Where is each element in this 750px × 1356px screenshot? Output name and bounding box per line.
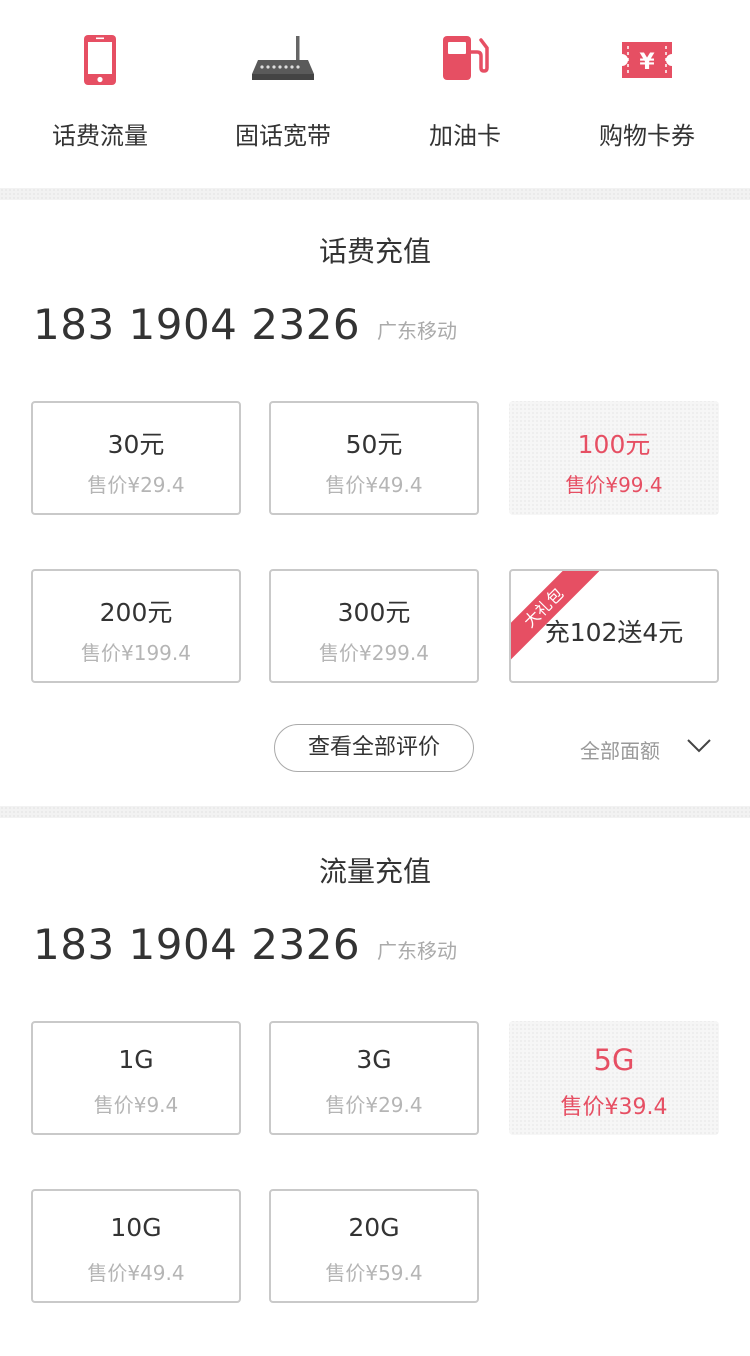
- option-amount: 50元: [345, 430, 403, 459]
- option-amount: 5G: [593, 1043, 635, 1077]
- nav-item-phone-data[interactable]: 话费流量: [10, 0, 190, 190]
- section-title-data-recharge: 流量充值: [318, 855, 431, 888]
- option-amount: 200元: [99, 598, 173, 627]
- carrier-label: 广东移动: [377, 319, 457, 343]
- phone-icon: [83, 34, 117, 90]
- data-plan-option[interactable]: 10G 售价¥49.4: [31, 1189, 241, 1303]
- option-price: 售价¥49.4: [325, 473, 423, 497]
- nav-label: 固话宽带: [235, 122, 331, 150]
- option-amount: 100元: [577, 430, 651, 459]
- option-amount: 10G: [110, 1213, 162, 1242]
- option-price: 售价¥299.4: [319, 641, 429, 665]
- denomination-option[interactable]: 50元 售价¥49.4: [269, 401, 479, 515]
- denomination-option[interactable]: 30元 售价¥29.4: [31, 401, 241, 515]
- data-plan-option[interactable]: 20G 售价¥59.4: [269, 1189, 479, 1303]
- view-all-reviews-button[interactable]: 查看全部评价: [274, 724, 474, 772]
- section-title-bill-recharge: 话费充值: [318, 235, 431, 268]
- nav-item-fuel-card[interactable]: 加油卡: [375, 0, 555, 190]
- option-amount: 3G: [356, 1045, 392, 1074]
- option-price: 售价¥49.4: [87, 1261, 185, 1285]
- option-price: 售价¥39.4: [560, 1095, 668, 1120]
- phone-number: 183 1904 2326: [33, 300, 361, 349]
- phone-number: 183 1904 2326: [33, 920, 361, 969]
- option-price: 售价¥29.4: [87, 473, 185, 497]
- coupon-icon: ¥: [620, 40, 674, 84]
- option-price: 售价¥59.4: [325, 1261, 423, 1285]
- option-price: 售价¥9.4: [93, 1093, 179, 1117]
- gift-package-option[interactable]: 大礼包 充102送4元: [509, 569, 719, 683]
- all-denominations-link[interactable]: 全部面额: [580, 735, 660, 764]
- option-amount: 1G: [118, 1045, 154, 1074]
- chevron-down-icon[interactable]: [686, 737, 712, 759]
- section-divider: [0, 188, 750, 200]
- nav-label: 加油卡: [429, 122, 501, 150]
- option-price: 售价¥29.4: [325, 1093, 423, 1117]
- denomination-option[interactable]: 300元 售价¥299.4: [269, 569, 479, 683]
- section-divider: [0, 806, 750, 818]
- option-amount: 充102送4元: [544, 618, 684, 647]
- router-icon: [250, 34, 316, 88]
- option-amount: 30元: [107, 430, 165, 459]
- denomination-option-selected[interactable]: 100元 售价¥99.4: [509, 401, 719, 515]
- fuel-pump-icon: [441, 34, 489, 86]
- nav-label: 购物卡券: [599, 122, 695, 150]
- nav-item-broadband[interactable]: 固话宽带: [193, 0, 373, 190]
- nav-item-shopping-coupons[interactable]: ¥ 购物卡券: [557, 0, 737, 190]
- svg-text:¥: ¥: [639, 50, 655, 75]
- denomination-option[interactable]: 200元 售价¥199.4: [31, 569, 241, 683]
- nav-label: 话费流量: [52, 122, 148, 150]
- data-plan-option[interactable]: 1G 售价¥9.4: [31, 1021, 241, 1135]
- data-plan-option-selected[interactable]: 5G 售价¥39.4: [509, 1021, 719, 1135]
- option-price: 售价¥99.4: [565, 473, 663, 497]
- option-amount: 20G: [348, 1213, 400, 1242]
- data-plan-option[interactable]: 3G 售价¥29.4: [269, 1021, 479, 1135]
- carrier-label: 广东移动: [377, 939, 457, 963]
- option-price: 售价¥199.4: [81, 641, 191, 665]
- option-amount: 300元: [337, 598, 411, 627]
